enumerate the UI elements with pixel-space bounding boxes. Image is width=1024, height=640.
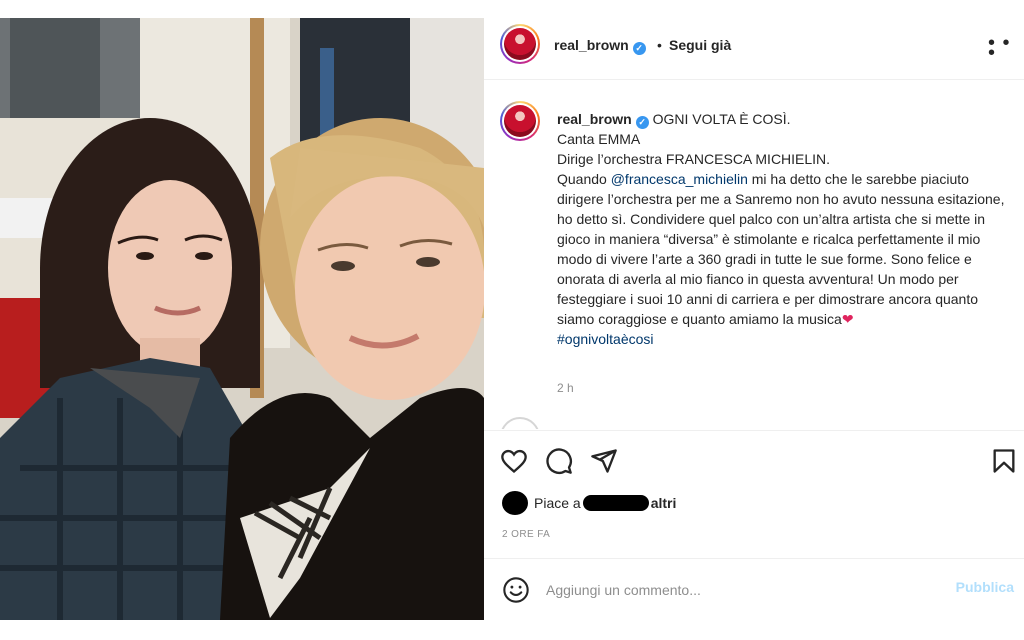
- publish-button[interactable]: Pubblica: [956, 579, 1014, 595]
- post-timestamp[interactable]: 2 ORE FA: [502, 529, 550, 540]
- page-top-margin: [0, 0, 1024, 18]
- add-comment-bar: Pubblica: [484, 558, 1024, 620]
- likes-prefix: Piace a: [534, 495, 581, 511]
- comments-area: real_brown ✓ OGNI VOLTA È COSÌ. Canta EMM…: [484, 81, 1024, 429]
- caption-line-1: OGNI VOLTA È COSÌ.: [652, 111, 791, 127]
- caption-username[interactable]: real_brown: [557, 111, 632, 127]
- post-actions: Piace a altri 2 ORE FA: [484, 430, 1024, 558]
- bookmark-icon[interactable]: [990, 447, 1018, 475]
- header-separator: •: [657, 37, 662, 53]
- next-comment-avatar[interactable]: [500, 417, 540, 429]
- author-username[interactable]: real_brown ✓: [554, 37, 646, 55]
- follow-status-button[interactable]: Segui già: [669, 37, 731, 53]
- caption-line-2: Canta EMMA: [557, 131, 641, 147]
- caption-line-3: Dirige l’orchestra FRANCESCA MICHIELIN.: [557, 151, 831, 167]
- verified-badge-icon: ✓: [632, 42, 646, 55]
- caption-verified-badge-icon: ✓: [635, 116, 649, 129]
- heart-outline-icon[interactable]: [500, 447, 528, 475]
- caption-timestamp[interactable]: 2 h: [557, 381, 574, 395]
- post-header: real_brown ✓ • Segui già • • •: [484, 18, 1024, 80]
- hashtag-link[interactable]: #ognivoltaècosi: [557, 331, 654, 347]
- red-heart-emoji-icon: ❤: [841, 311, 854, 327]
- comment-icon[interactable]: [545, 447, 573, 475]
- liker-avatar-redacted: [502, 491, 528, 515]
- likes-suffix[interactable]: altri: [651, 495, 677, 511]
- post-details-panel: real_brown ✓ • Segui già • • • real_brown…: [484, 18, 1024, 620]
- caption-body: mi ha detto che le sarebbe piaciuto diri…: [557, 171, 1005, 327]
- caption-author-avatar[interactable]: [500, 101, 540, 141]
- post-caption: real_brown ✓ OGNI VOLTA È COSÌ. Canta EMM…: [557, 109, 1012, 349]
- share-icon[interactable]: [590, 447, 618, 475]
- selfie-image: [0, 18, 484, 620]
- likes-summary[interactable]: Piace a altri: [502, 491, 676, 515]
- mention-link[interactable]: @francesca_michielin: [611, 171, 748, 187]
- more-options-icon[interactable]: • • •: [988, 33, 1012, 63]
- comment-input[interactable]: [546, 578, 926, 602]
- author-username-text[interactable]: real_brown: [554, 37, 629, 53]
- caption-quando: Quando: [557, 171, 611, 187]
- author-avatar[interactable]: [500, 24, 540, 64]
- emoji-smile-icon[interactable]: [502, 576, 530, 604]
- page-bottom-margin: [0, 620, 1024, 640]
- liker-name-redacted: [582, 495, 649, 511]
- post-photo[interactable]: [0, 18, 484, 620]
